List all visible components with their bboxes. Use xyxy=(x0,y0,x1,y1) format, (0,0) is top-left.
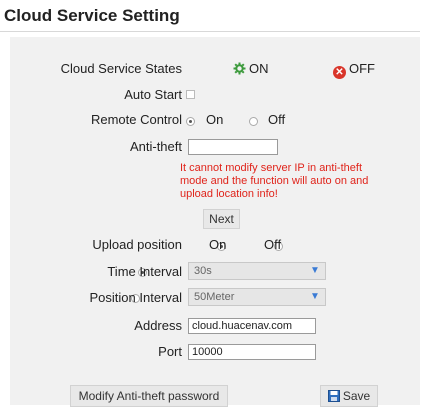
remote-control-off-label: Off xyxy=(268,112,286,127)
port-input[interactable]: 10000 xyxy=(188,344,316,360)
chevron-down-icon: ▼ xyxy=(310,291,320,302)
auto-start-checkbox[interactable] xyxy=(186,90,195,99)
page-title: Cloud Service Setting xyxy=(0,0,420,32)
port-label: Port xyxy=(158,344,182,359)
next-button[interactable]: Next xyxy=(203,209,240,229)
auto-start-label: Auto Start xyxy=(124,87,182,102)
cloud-service-states-label: Cloud Service States xyxy=(60,61,182,76)
remote-control-label: Remote Control xyxy=(90,112,182,127)
position-interval-value: 50Meter xyxy=(194,291,235,303)
remote-control-on-radio[interactable] xyxy=(186,117,195,126)
position-interval-select[interactable]: 50Meter ▼ xyxy=(188,288,326,306)
address-input[interactable]: cloud.huacenav.com xyxy=(188,318,316,334)
chevron-down-icon: ▼ xyxy=(310,265,320,276)
save-button[interactable]: Save xyxy=(320,385,378,407)
time-interval-value: 30s xyxy=(194,265,212,277)
cloud-on-label: ON xyxy=(249,61,269,76)
save-label: Save xyxy=(342,389,371,403)
close-circle-icon: ✕ xyxy=(333,66,346,79)
remote-control-off-radio[interactable] xyxy=(248,117,258,126)
modify-anti-theft-password-button[interactable]: Modify Anti-theft password xyxy=(70,385,228,407)
address-label: Address xyxy=(134,318,182,333)
cloud-off-label: OFF xyxy=(349,61,375,76)
upload-position-off-label: Off xyxy=(264,237,282,252)
anti-theft-warning: It cannot modify server IP in anti-theft… xyxy=(180,162,369,200)
anti-theft-input[interactable] xyxy=(188,139,278,155)
remote-control-on-label: On xyxy=(206,112,224,127)
position-interval-label: Position Interval xyxy=(89,290,183,305)
anti-theft-label: Anti-theft xyxy=(129,139,182,154)
settings-panel: Cloud Service States ON ✕ OFF Auto Start … xyxy=(10,37,420,407)
upload-position-label: Upload position xyxy=(92,237,182,252)
floppy-disk-icon xyxy=(327,390,340,402)
cloud-on-status[interactable]: ON xyxy=(233,61,269,76)
cloud-on-icon xyxy=(233,62,246,75)
time-interval-label: Time Interval xyxy=(107,264,182,279)
upload-position-on-label: On xyxy=(209,237,227,252)
time-interval-select[interactable]: 30s ▼ xyxy=(188,262,326,280)
cloud-off-status[interactable]: ✕ OFF xyxy=(333,61,375,79)
